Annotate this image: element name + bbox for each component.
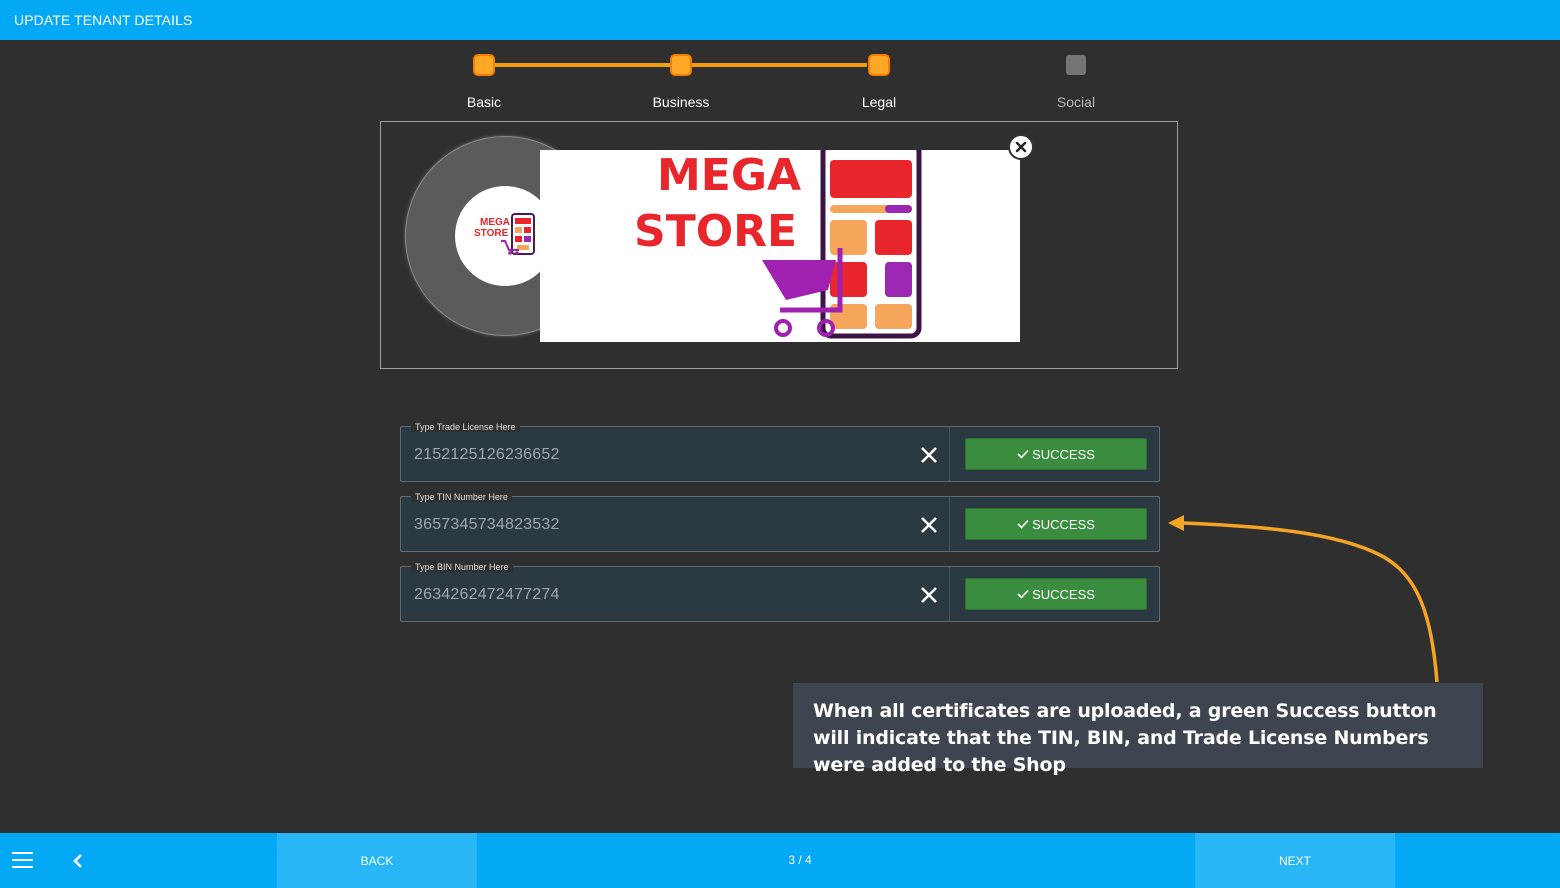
annotation-callout: When all certificates are uploaded, a gr…	[793, 683, 1483, 776]
back-button-label: BACK	[360, 853, 394, 868]
next-button-label: NEXT	[1278, 853, 1311, 868]
page-indicator: 3 / 4	[788, 853, 812, 867]
chevron-left-icon[interactable]	[72, 853, 84, 869]
back-button[interactable]: BACK	[277, 833, 477, 888]
next-button[interactable]: NEXT	[1195, 833, 1395, 888]
menu-icon[interactable]	[12, 852, 33, 869]
footer-bar: BACK 3 / 4 NEXT	[0, 833, 1560, 888]
